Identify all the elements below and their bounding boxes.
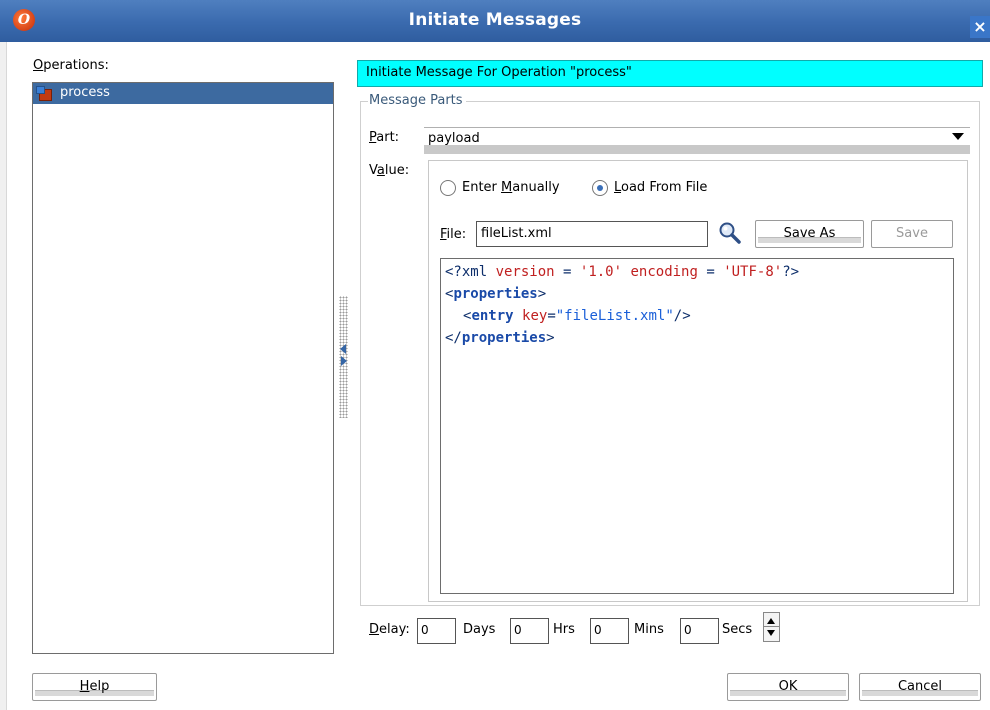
message-parts-legend: Message Parts xyxy=(368,93,466,108)
chevron-down-icon[interactable] xyxy=(952,133,964,140)
save-label: Save xyxy=(896,226,928,241)
secs-label: Secs xyxy=(722,622,753,637)
delay-label: Delay: xyxy=(369,622,410,637)
file-label: File: xyxy=(440,227,467,242)
xml-line: <properties> xyxy=(445,286,547,302)
part-select-value: payload xyxy=(428,131,480,146)
secs-field[interactable]: 0 xyxy=(680,618,719,644)
load-from-file-radio[interactable] xyxy=(592,180,608,196)
spinner-up-icon[interactable] xyxy=(767,618,775,624)
save-as-label: Save As xyxy=(783,226,836,241)
xml-editor[interactable]: <?xml version = '1.0' encoding = 'UTF-8'… xyxy=(440,258,954,594)
operations-label: Operations: xyxy=(33,58,109,73)
secs-spinner[interactable] xyxy=(763,612,780,642)
window-title: Initiate Messages xyxy=(408,10,582,30)
save-as-button[interactable]: Save As xyxy=(755,220,864,248)
cancel-button[interactable]: Cancel xyxy=(859,673,981,701)
mins-field[interactable]: 0 xyxy=(590,618,629,644)
close-button[interactable]: × xyxy=(970,16,990,38)
part-label: Part: xyxy=(369,130,400,145)
operation-item-process[interactable]: process xyxy=(33,83,333,104)
operation-header: Initiate Message For Operation "process" xyxy=(357,60,983,87)
xml-line: <entry key="fileList.xml"/> xyxy=(463,308,691,324)
hrs-label: Hrs xyxy=(553,622,575,637)
save-button[interactable]: Save xyxy=(871,220,953,248)
title-bar: O Initiate Messages × xyxy=(0,0,990,42)
value-label: Value: xyxy=(369,163,410,178)
mins-label: Mins xyxy=(634,622,664,637)
xml-line: </properties> xyxy=(445,330,555,346)
collapse-left-icon[interactable] xyxy=(340,344,346,354)
part-select[interactable]: payload xyxy=(424,127,970,154)
operations-list[interactable]: process xyxy=(32,82,334,654)
search-icon[interactable] xyxy=(718,221,742,245)
hrs-field[interactable]: 0 xyxy=(510,618,549,644)
enter-manually-radio[interactable] xyxy=(440,180,456,196)
operation-icon xyxy=(36,86,52,101)
file-input[interactable] xyxy=(481,223,701,243)
window-frame xyxy=(0,42,7,710)
operation-header-text: Initiate Message For Operation "process" xyxy=(366,65,632,80)
expand-right-icon[interactable] xyxy=(341,356,347,366)
xml-line: <?xml version = '1.0' encoding = 'UTF-8'… xyxy=(445,264,800,280)
spinner-down-icon[interactable] xyxy=(767,630,775,636)
help-label: Help xyxy=(79,679,110,694)
days-label: Days xyxy=(463,622,496,637)
days-field[interactable]: 0 xyxy=(417,618,456,644)
cancel-label: Cancel xyxy=(897,679,943,694)
ok-button[interactable]: OK xyxy=(727,673,849,701)
load-from-file-label[interactable]: Load From File xyxy=(614,180,707,195)
enter-manually-label[interactable]: Enter Manually xyxy=(462,180,560,195)
file-input-box[interactable] xyxy=(476,221,708,247)
help-button[interactable]: Help xyxy=(32,673,157,701)
ok-label: OK xyxy=(778,679,798,694)
operation-item-label: process xyxy=(60,85,110,100)
